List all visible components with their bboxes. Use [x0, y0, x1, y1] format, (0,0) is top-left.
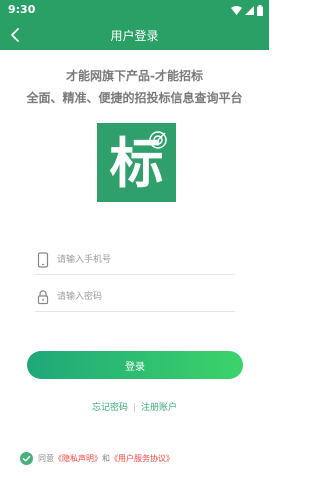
terms-of-service-link[interactable]: 《用户服务协议》 — [110, 453, 174, 464]
register-link[interactable]: 注册账户 — [141, 403, 177, 413]
wifi-icon — [231, 5, 242, 15]
password-input[interactable] — [57, 288, 227, 306]
app-logo: 标 — [97, 123, 176, 202]
login-button[interactable]: 登录 — [27, 351, 243, 379]
phone-field — [35, 248, 235, 275]
brand-tagline: 才能网旗下产品-才能招标 — [66, 69, 203, 83]
password-field — [35, 285, 235, 312]
agreement-prefix: 同意 — [38, 453, 54, 463]
agreement-row: 同意 《隐私声明》 和 《用户服务协议》 — [20, 450, 174, 466]
battery-icon — [257, 4, 263, 16]
status-bar: 9:30 — [0, 0, 269, 20]
checkbox-checked-icon[interactable] — [20, 451, 33, 465]
privacy-policy-link[interactable]: 《隐私声明》 — [54, 453, 102, 464]
signal-icon — [245, 5, 254, 15]
forgot-password-link[interactable]: 忘记密码 — [92, 403, 128, 413]
link-separator: | — [132, 403, 137, 413]
target-icon — [149, 131, 167, 149]
phone-input[interactable] — [57, 251, 227, 269]
app-bar: 用户登录 — [0, 20, 269, 50]
account-links: 忘记密码 | 注册账户 — [0, 400, 269, 413]
platform-description: 全面、精准、便捷的招投标信息查询平台 — [26, 91, 243, 105]
phone-icon — [37, 252, 49, 268]
agreement-and: 和 — [102, 453, 110, 463]
status-icons — [231, 4, 263, 16]
lock-icon — [37, 290, 49, 305]
page-title: 用户登录 — [110, 29, 159, 43]
status-time: 9:30 — [8, 3, 36, 16]
